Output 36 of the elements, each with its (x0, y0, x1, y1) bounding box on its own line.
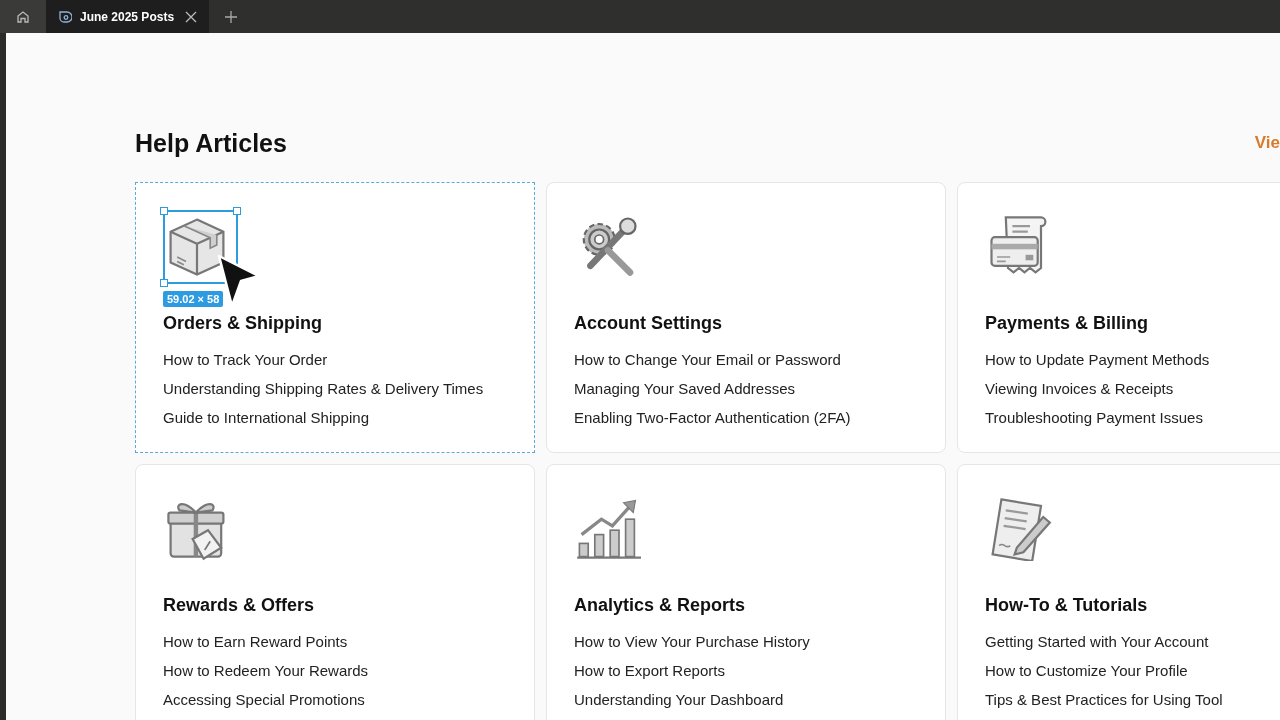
article-link[interactable]: How to Export Reports (574, 656, 725, 685)
article-link[interactable]: How to Change Your Email or Password (574, 345, 841, 374)
article-link[interactable]: How to Customize Your Profile (985, 656, 1188, 685)
dimension-label: 59.02 × 58 (163, 291, 224, 307)
card-title: Orders & Shipping (163, 312, 323, 335)
article-link[interactable]: Getting Started with Your Account (985, 627, 1209, 656)
article-link[interactable]: Managing Your Saved Addresses (574, 374, 795, 403)
tab-favicon-icon (58, 9, 72, 24)
card-title: How-To & Tutorials (985, 594, 1149, 617)
close-icon[interactable] (185, 10, 197, 23)
card-title: Rewards & Offers (163, 594, 316, 617)
browser-tab[interactable]: June 2025 Posts (46, 0, 209, 33)
home-icon (16, 9, 30, 24)
page-heading: Help Articles (135, 128, 287, 159)
card-title: Account Settings (574, 312, 723, 335)
article-link[interactable]: How to Update Payment Methods (985, 345, 1210, 374)
article-link[interactable]: Accessing Special Promotions (163, 685, 365, 714)
new-tab-icon[interactable] (225, 10, 237, 23)
article-link[interactable]: How to Redeem Your Rewards (163, 656, 369, 685)
home-button[interactable] (0, 0, 46, 33)
article-link[interactable]: Troubleshooting Payment Issues (985, 403, 1203, 432)
card-title: Payments & Billing (985, 312, 1150, 335)
article-link[interactable]: Enabling Two-Factor Authentication (2FA) (574, 403, 851, 432)
article-link[interactable]: Tips & Best Practices for Using Tool (985, 685, 1223, 714)
article-link[interactable]: How to Earn Reward Points (163, 627, 348, 656)
article-link[interactable]: How to View Your Purchase History (574, 627, 810, 656)
article-link[interactable]: Understanding Shipping Rates & Delivery Times (163, 374, 484, 403)
article-link[interactable]: Viewing Invoices & Receipts (985, 374, 1174, 403)
article-link[interactable]: Guide to International Shipping (163, 403, 369, 432)
card-title: Analytics & Reports (574, 594, 747, 617)
article-link[interactable]: Understanding Your Dashboard (574, 685, 784, 714)
resize-handle[interactable] (233, 207, 241, 215)
resize-handle[interactable] (160, 279, 168, 287)
tab-title: June 2025 Posts (80, 8, 175, 26)
resize-handle[interactable] (160, 207, 168, 215)
article-link[interactable]: How to Track Your Order (163, 345, 328, 374)
